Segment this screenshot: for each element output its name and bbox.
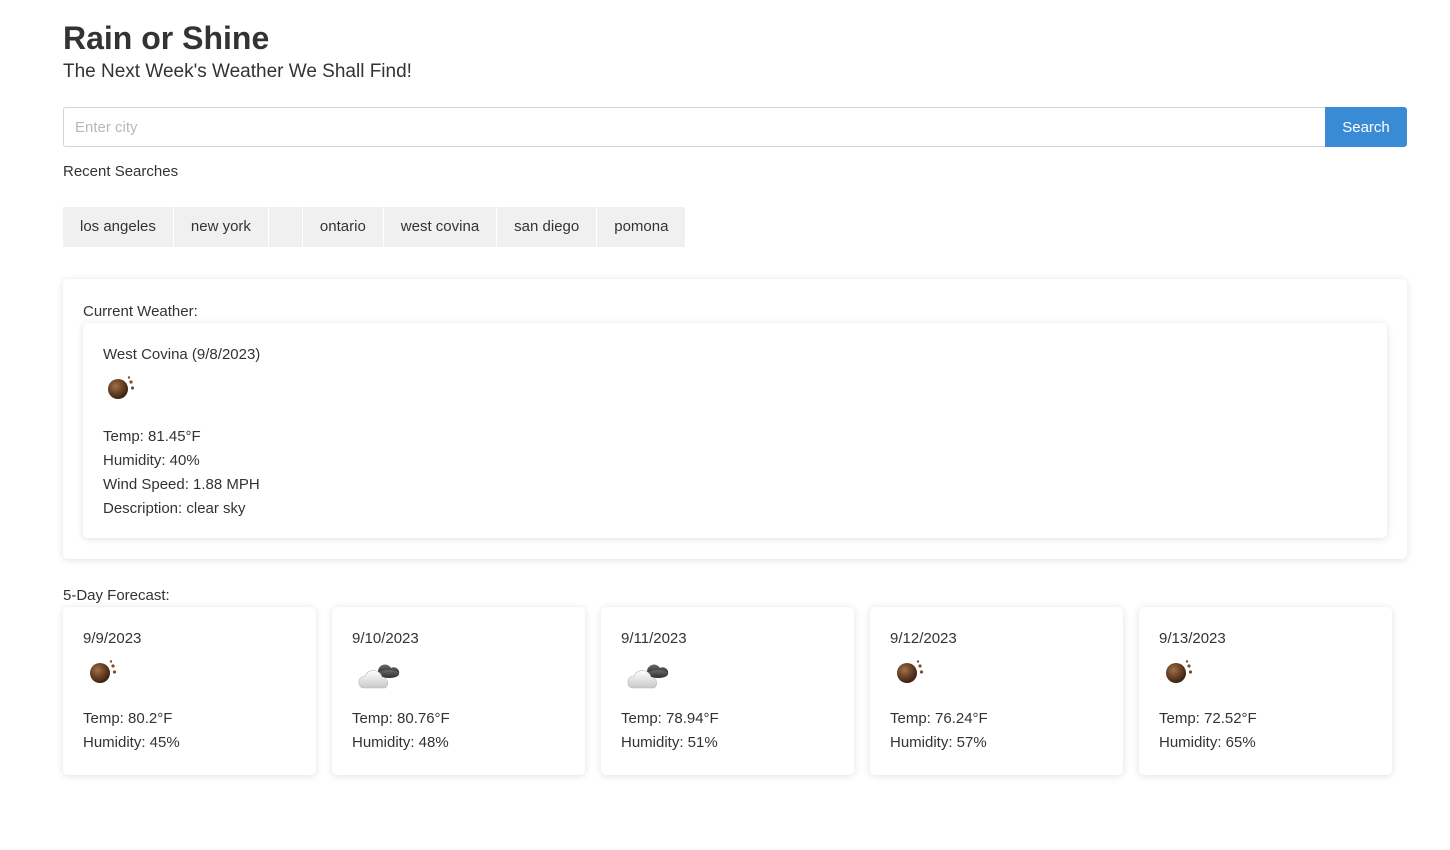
forecast-temp: Temp: 78.94°F	[621, 710, 719, 727]
forecast-date: 9/10/2023	[352, 630, 419, 647]
recent-search-item[interactable]	[268, 207, 303, 247]
forecast-label: 5-Day Forecast:	[63, 587, 170, 604]
current-stats: Temp: 81.45°F Humidity: 40% Wind Speed: …	[103, 425, 260, 521]
forecast-stats: Temp: 78.94°F Humidity: 51%	[621, 707, 719, 755]
recent-search-item[interactable]: pomona	[597, 207, 686, 247]
clear-sky-icon	[1163, 655, 1213, 689]
forecast-stats: Temp: 80.76°F Humidity: 48%	[352, 707, 450, 755]
recent-search-item[interactable]: new york	[173, 207, 269, 247]
forecast-temp: Temp: 80.2°F	[83, 710, 173, 727]
forecast-humidity: Humidity: 57%	[890, 734, 987, 751]
forecast-stats: Temp: 72.52°F Humidity: 65%	[1159, 707, 1257, 755]
city-search-input[interactable]	[63, 107, 1325, 147]
recent-search-item[interactable]: san diego	[497, 207, 598, 247]
clear-sky-icon	[105, 371, 155, 405]
forecast-stats: Temp: 80.2°F Humidity: 45%	[83, 707, 180, 755]
forecast-card: 9/10/2023 Temp: 80.76°F Humidity: 48%	[332, 607, 585, 775]
forecast-card: 9/12/2023 Temp: 76.24°F Humidity: 57%	[870, 607, 1123, 775]
current-wind-speed: Wind Speed: 1.88 MPH	[103, 476, 260, 493]
forecast-temp: Temp: 72.52°F	[1159, 710, 1257, 727]
current-humidity: Humidity: 40%	[103, 452, 200, 469]
recent-search-item[interactable]: west covina	[383, 207, 498, 247]
search-button[interactable]: Search	[1325, 107, 1407, 147]
page-title: Rain or Shine	[63, 20, 270, 56]
forecast-stats: Temp: 76.24°F Humidity: 57%	[890, 707, 988, 755]
forecast-date: 9/9/2023	[83, 630, 142, 647]
current-weather-label: Current Weather:	[83, 303, 198, 320]
recent-search-item[interactable]: los angeles	[63, 207, 174, 247]
forecast-date: 9/13/2023	[1159, 630, 1226, 647]
forecast-humidity: Humidity: 45%	[83, 734, 180, 751]
search-bar: Search	[63, 107, 1407, 147]
clear-sky-icon	[87, 655, 137, 689]
forecast-card: 9/13/2023 Temp: 72.52°F Humidity: 65%	[1139, 607, 1392, 775]
forecast-temp: Temp: 80.76°F	[352, 710, 450, 727]
current-temp: Temp: 81.45°F	[103, 428, 201, 445]
forecast-humidity: Humidity: 65%	[1159, 734, 1256, 751]
forecast-humidity: Humidity: 48%	[352, 734, 449, 751]
current-weather-panel: Current Weather: West Covina (9/8/2023) …	[63, 279, 1407, 559]
forecast-date: 9/12/2023	[890, 630, 957, 647]
page-subtitle: The Next Week's Weather We Shall Find!	[63, 61, 412, 82]
cloudy-icon	[623, 655, 673, 689]
recent-search-item[interactable]: ontario	[302, 207, 384, 247]
current-description: Description: clear sky	[103, 500, 246, 517]
recent-searches-list: los angeles new york ontario west covina…	[63, 207, 686, 247]
forecast-date: 9/11/2023	[621, 630, 687, 647]
current-city-date: West Covina (9/8/2023)	[103, 346, 261, 363]
forecast-card: 9/9/2023 Temp: 80.2°F Humidity: 45%	[63, 607, 316, 775]
recent-searches-label: Recent Searches	[63, 163, 179, 180]
clear-sky-icon	[894, 655, 944, 689]
current-weather-card: West Covina (9/8/2023) Temp: 81.45°F Hum…	[83, 323, 1387, 538]
forecast-card: 9/11/2023 Temp: 78.94°F Humidity: 51%	[601, 607, 854, 775]
forecast-humidity: Humidity: 51%	[621, 734, 718, 751]
cloudy-icon	[354, 655, 404, 689]
forecast-temp: Temp: 76.24°F	[890, 710, 988, 727]
